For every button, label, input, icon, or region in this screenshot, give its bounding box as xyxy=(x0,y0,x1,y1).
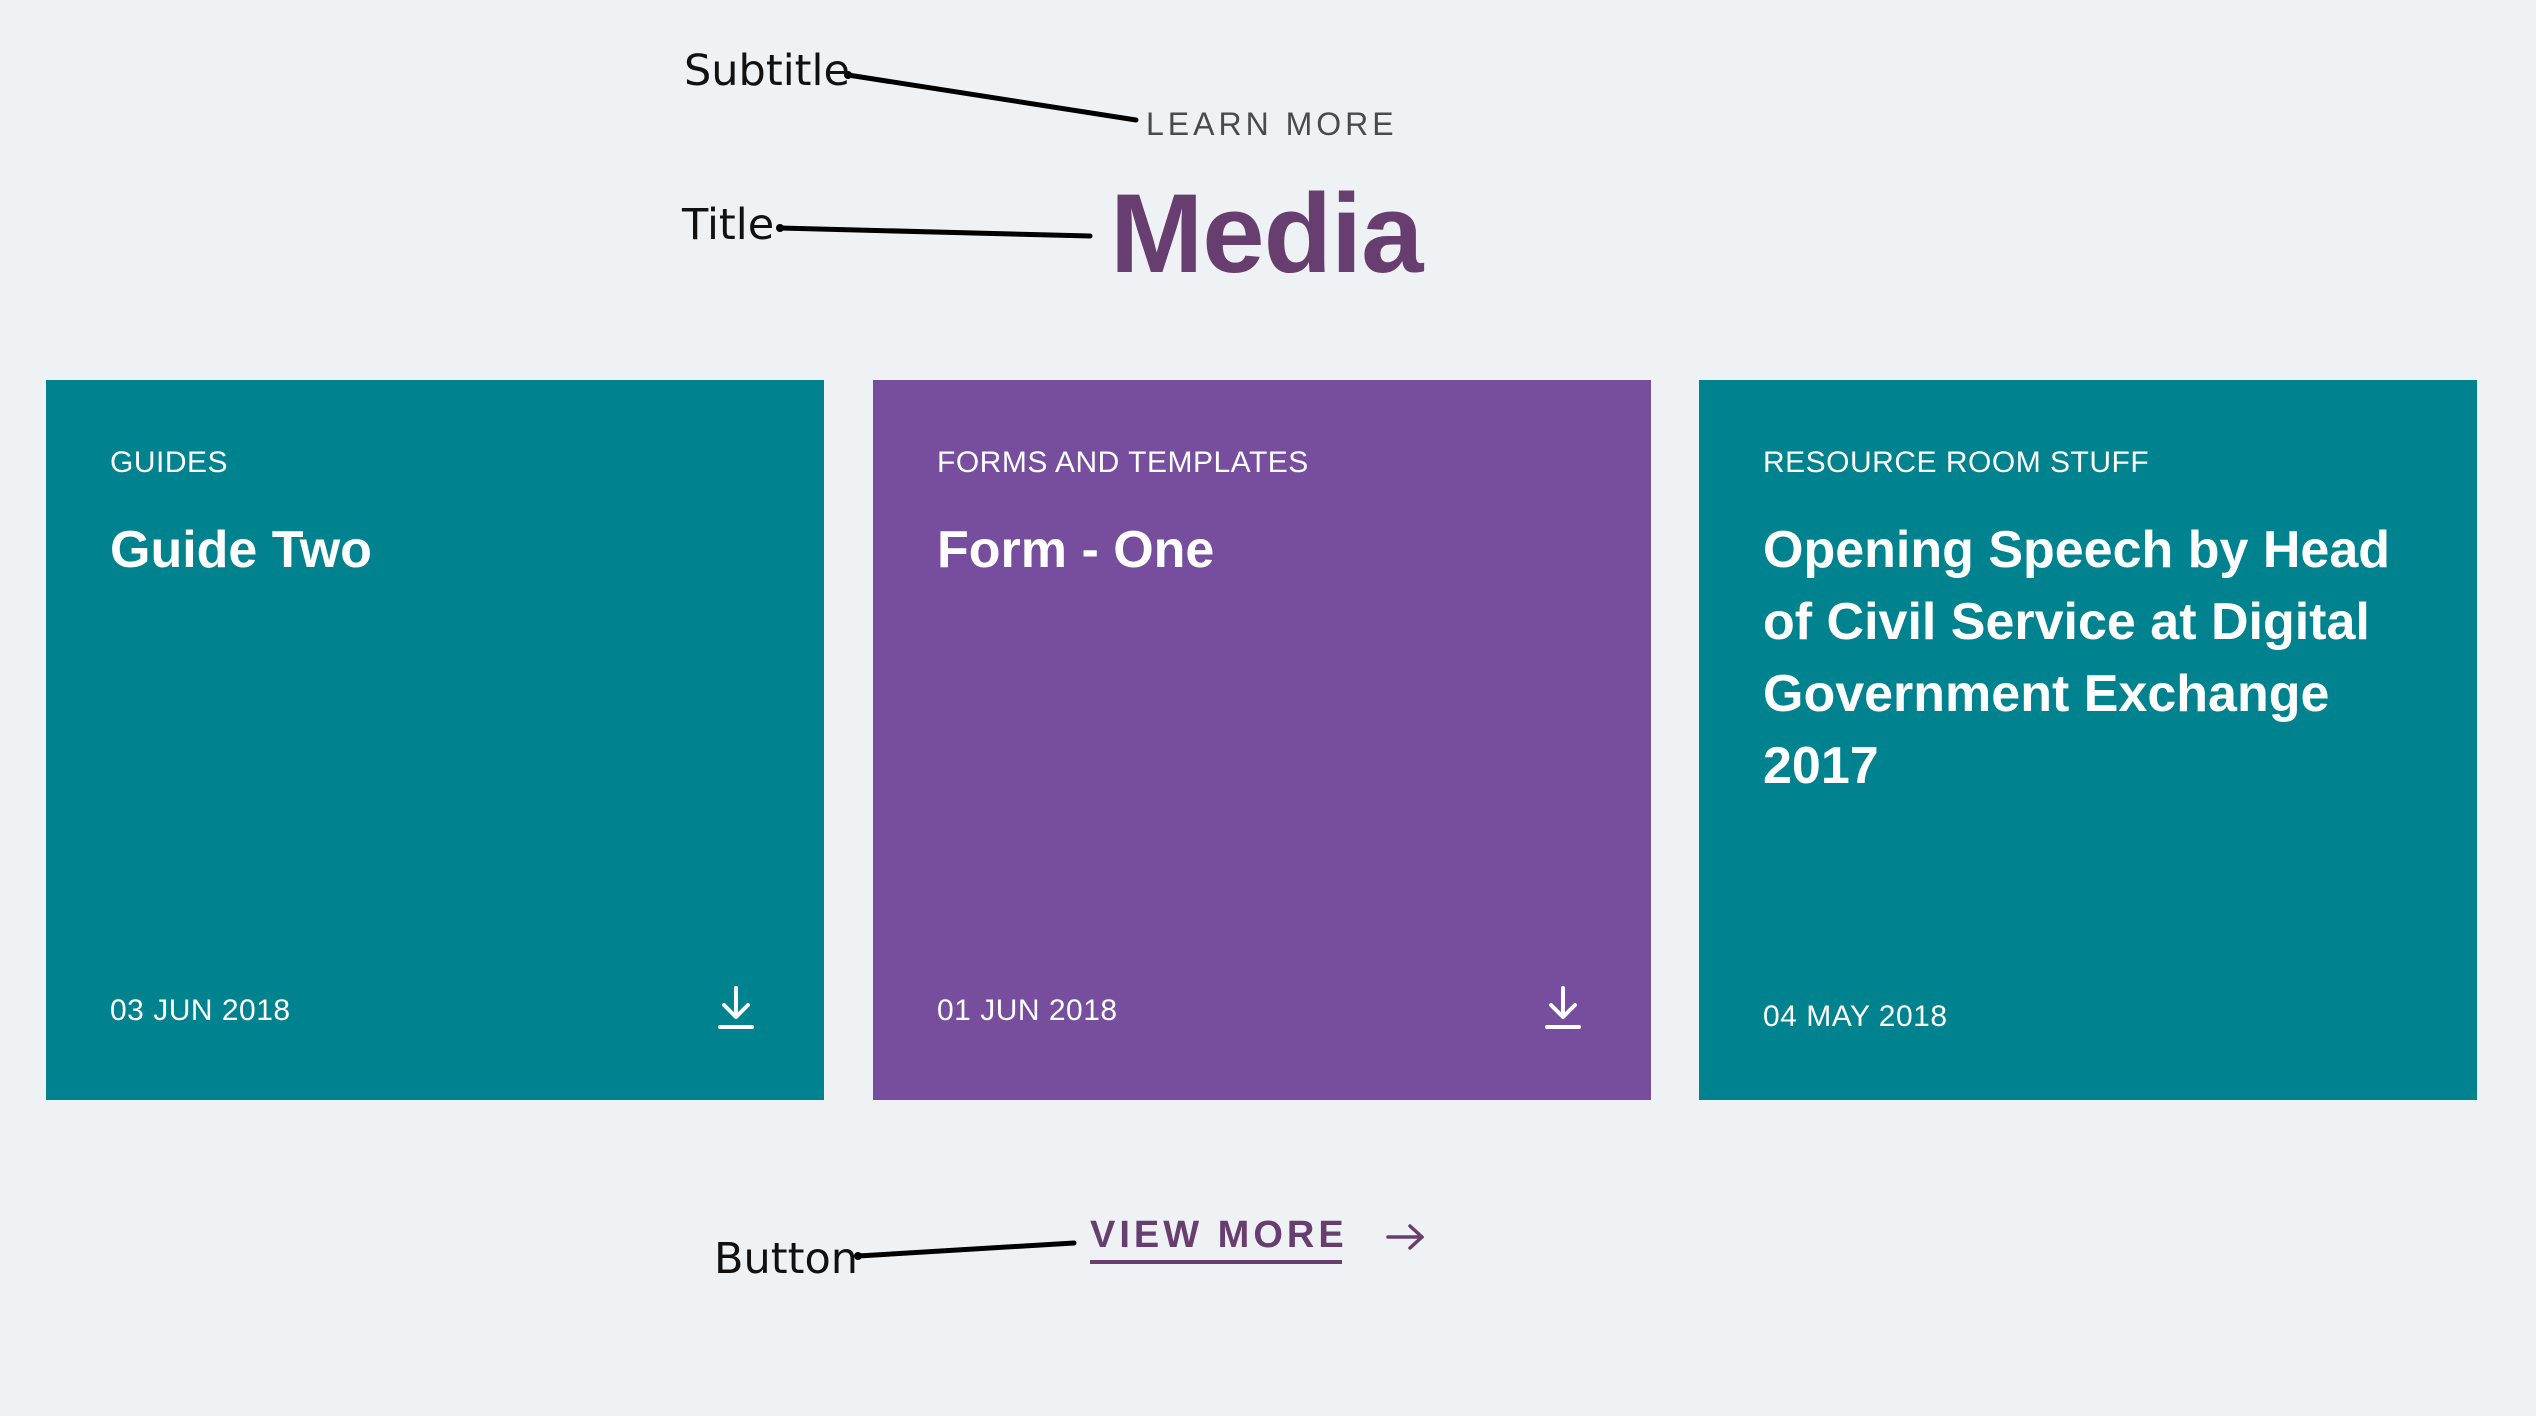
card-category: GUIDES xyxy=(110,446,229,479)
card-title[interactable]: Form - One xyxy=(937,514,1597,586)
subtitle-leader-line xyxy=(845,72,1139,123)
media-card-opening-speech[interactable]: RESOURCE ROOM STUFF Opening Speech by He… xyxy=(1699,380,2477,1100)
subtitle-annotation-label: Subtitle xyxy=(684,46,850,96)
card-category: FORMS AND TEMPLATES xyxy=(937,446,1309,479)
card-date: 04 MAY 2018 xyxy=(1763,1000,1948,1033)
button-leader-line xyxy=(855,1240,1077,1259)
view-more-button[interactable]: VIEW MORE xyxy=(1090,1216,1348,1254)
card-title[interactable]: Guide Two xyxy=(110,514,770,586)
arrow-right-icon[interactable] xyxy=(1384,1220,1428,1254)
card-date: 03 JUN 2018 xyxy=(110,994,291,1027)
download-icon[interactable] xyxy=(1543,986,1583,1030)
section-title: Media xyxy=(1110,171,1423,296)
media-card-guide-two[interactable]: GUIDES Guide Two 03 JUN 2018 xyxy=(46,380,824,1100)
download-icon[interactable] xyxy=(716,986,756,1030)
card-title[interactable]: Opening Speech by Head of Civil Service … xyxy=(1763,514,2423,802)
title-leader-line xyxy=(777,225,1093,239)
title-leader-dot xyxy=(776,224,784,232)
section-subtitle: LEARN MORE xyxy=(1146,106,1398,142)
button-leader-dot xyxy=(854,1252,862,1260)
subtitle-leader-dot xyxy=(844,71,852,79)
title-annotation-label: Title xyxy=(682,200,775,250)
media-card-form-one[interactable]: FORMS AND TEMPLATES Form - One 01 JUN 20… xyxy=(873,380,1651,1100)
button-annotation-label: Button xyxy=(714,1234,859,1284)
card-date: 01 JUN 2018 xyxy=(937,994,1118,1027)
card-category: RESOURCE ROOM STUFF xyxy=(1763,446,2150,479)
view-more-underline xyxy=(1090,1260,1342,1264)
